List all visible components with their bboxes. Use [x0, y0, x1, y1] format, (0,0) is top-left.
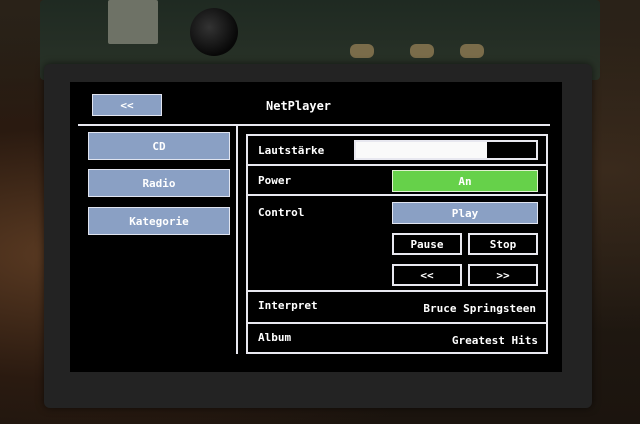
- panel-frame-top: [246, 134, 548, 136]
- sidebar-item-label: Kategorie: [129, 214, 189, 228]
- sidebar-item-cd[interactable]: CD: [88, 132, 230, 160]
- play-button-label: Play: [451, 206, 479, 220]
- sidebar-item-radio[interactable]: Radio: [88, 169, 230, 197]
- sidebar-item-label: Radio: [142, 176, 176, 190]
- stop-button-label: Stop: [489, 237, 517, 251]
- pause-button-label: Pause: [410, 237, 444, 251]
- component: [460, 44, 484, 58]
- album-value: Greatest Hits: [451, 334, 538, 347]
- pause-button[interactable]: Pause: [392, 233, 462, 255]
- volume-slider[interactable]: [354, 140, 538, 160]
- power-label: Power: [258, 174, 292, 187]
- panel-frame-left: [246, 134, 248, 354]
- row-divider: [246, 290, 548, 292]
- control-label: Control: [258, 206, 305, 219]
- volume-label: Lautstärke: [258, 144, 325, 157]
- sidebar-divider: [236, 126, 238, 354]
- next-button-label: >>: [496, 268, 510, 282]
- page-title: NetPlayer: [266, 99, 332, 113]
- back-button[interactable]: <<: [92, 94, 162, 116]
- sidebar-item-kategorie[interactable]: Kategorie: [88, 207, 230, 235]
- panel-frame-bottom: [246, 352, 548, 354]
- power-toggle[interactable]: An: [392, 170, 538, 192]
- row-divider: [246, 194, 548, 196]
- sidebar-item-label: CD: [152, 139, 166, 153]
- back-button-label: <<: [120, 98, 134, 112]
- previous-button[interactable]: <<: [392, 264, 462, 286]
- stop-button[interactable]: Stop: [468, 233, 538, 255]
- buzzer: [190, 8, 238, 56]
- connector: [108, 0, 158, 44]
- header-divider: [78, 124, 550, 126]
- next-button[interactable]: >>: [468, 264, 538, 286]
- row-divider: [246, 322, 548, 324]
- volume-fill: [356, 142, 488, 158]
- component: [410, 44, 434, 58]
- previous-button-label: <<: [420, 268, 434, 282]
- interpret-value: Bruce Springsteen: [423, 302, 536, 315]
- row-divider: [246, 164, 548, 166]
- play-button[interactable]: Play: [392, 202, 538, 224]
- panel-frame-right: [546, 134, 548, 354]
- power-toggle-label: An: [458, 174, 472, 188]
- component: [350, 44, 374, 58]
- lcd-screen: << NetPlayer CD Radio Kategorie Lautstär…: [70, 82, 562, 372]
- album-label: Album: [258, 331, 292, 344]
- interpret-label: Interpret: [258, 299, 318, 312]
